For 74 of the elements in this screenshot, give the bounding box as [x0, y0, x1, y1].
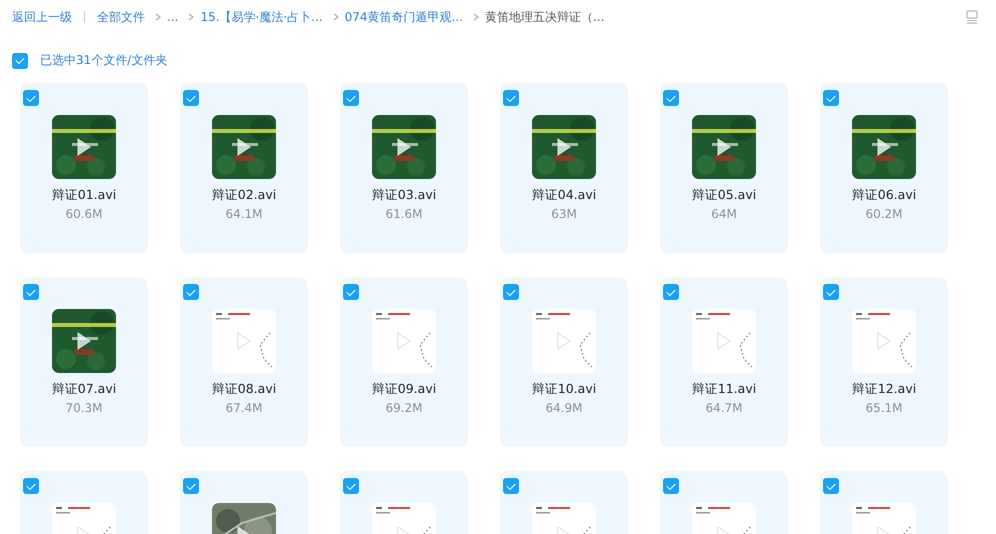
checkbox[interactable]: [183, 478, 199, 494]
file-card[interactable]: 辩证04.avi 63M: [500, 83, 628, 253]
play-icon[interactable]: [397, 138, 411, 156]
file-size: 69.2M: [384, 401, 424, 415]
file-size: 70.3M: [64, 401, 104, 415]
file-card[interactable]: 辩证12.avi 65.1M: [820, 277, 948, 447]
checkbox[interactable]: [23, 284, 39, 300]
checkbox[interactable]: [183, 90, 199, 106]
checkbox[interactable]: [823, 478, 839, 494]
file-name: 辩证03.avi: [370, 187, 438, 204]
play-icon[interactable]: [237, 138, 251, 156]
file-card[interactable]: 辩证02.avi 64.1M: [180, 83, 308, 253]
checkbox[interactable]: [823, 90, 839, 106]
file-size: 65.1M: [864, 401, 904, 415]
file-size: 61.6M: [384, 207, 424, 221]
play-icon[interactable]: [77, 138, 91, 156]
checkbox[interactable]: [343, 284, 359, 300]
checkbox[interactable]: [23, 90, 39, 106]
file-card[interactable]: 辩证08.avi 67.4M: [180, 277, 308, 447]
breadcrumb-link[interactable]: 074黄笛奇门遁甲观...: [344, 8, 463, 26]
chevron-icon: [472, 13, 479, 21]
breadcrumb-link[interactable]: 15.【易学·魔法·占卜...: [200, 8, 323, 26]
file-card[interactable]: 辩证05.avi 64M: [660, 83, 788, 253]
checkbox[interactable]: [343, 478, 359, 494]
file-name: 辩证04.avi: [530, 187, 598, 204]
checkbox[interactable]: [23, 478, 39, 494]
file-card[interactable]: 辩证10.avi 64.9M: [500, 277, 628, 447]
file-size: 64.9M: [544, 401, 584, 415]
file-size: 64.1M: [224, 207, 264, 221]
play-icon[interactable]: [877, 138, 891, 156]
checkbox[interactable]: [663, 284, 679, 300]
checkbox[interactable]: [503, 478, 519, 494]
selection-count: 已选中31个文件/文件夹: [40, 52, 168, 69]
breadcrumb-link[interactable]: ...: [167, 10, 178, 24]
chevron-icon: [155, 13, 161, 21]
file-name: 辩证12.avi: [850, 381, 918, 398]
chevron-icon: [332, 13, 339, 21]
file-card[interactable]: 辩证09.avi 69.2M: [340, 277, 468, 447]
file-name: 辩证06.avi: [850, 187, 918, 204]
file-name: 辩证08.avi: [210, 381, 278, 398]
file-name: 辩证09.avi: [370, 381, 438, 398]
checkbox[interactable]: [663, 90, 679, 106]
file-size: 64M: [710, 207, 738, 221]
file-size: 64.7M: [704, 401, 744, 415]
breadcrumb-link[interactable]: 黄笛地理五决辩证（...: [484, 8, 604, 26]
checkbox[interactable]: [12, 52, 28, 68]
file-card[interactable]: 辩证07.avi 70.3M: [20, 277, 148, 447]
file-size: 67.4M: [224, 401, 264, 415]
file-card[interactable]: 辩证06.avi 60.2M: [820, 83, 948, 253]
checkbox[interactable]: [183, 284, 199, 300]
file-name: 辩证05.avi: [690, 187, 758, 204]
file-size: 60.6M: [64, 207, 104, 221]
file-name: 辩证07.avi: [50, 381, 118, 398]
file-name: 辩证02.avi: [210, 187, 278, 204]
file-size: 60.2M: [864, 207, 904, 221]
file-name: 辩证11.avi: [690, 381, 758, 398]
file-name: 辩证10.avi: [530, 381, 598, 398]
back-link[interactable]: 返回上一级: [12, 8, 72, 26]
play-icon[interactable]: [557, 138, 571, 156]
file-card[interactable]: 辩证03.avi 61.6M: [340, 83, 468, 253]
chevron-icon: [188, 13, 194, 21]
checkbox[interactable]: [503, 284, 519, 300]
play-icon[interactable]: [717, 138, 731, 156]
checkbox[interactable]: [343, 90, 359, 106]
checkbox[interactable]: [503, 90, 519, 106]
file-card[interactable]: 辩证11.avi 64.7M: [660, 277, 788, 447]
list-view-icon[interactable]: [966, 10, 978, 24]
breadcrumb-link[interactable]: 全部文件: [97, 8, 145, 26]
file-card[interactable]: 辩证01.avi 60.6M: [20, 83, 148, 253]
file-name: 辩证01.avi: [50, 187, 118, 204]
file-size: 63M: [550, 207, 578, 221]
checkbox[interactable]: [663, 478, 679, 494]
checkbox[interactable]: [823, 284, 839, 300]
play-icon[interactable]: [77, 332, 91, 350]
